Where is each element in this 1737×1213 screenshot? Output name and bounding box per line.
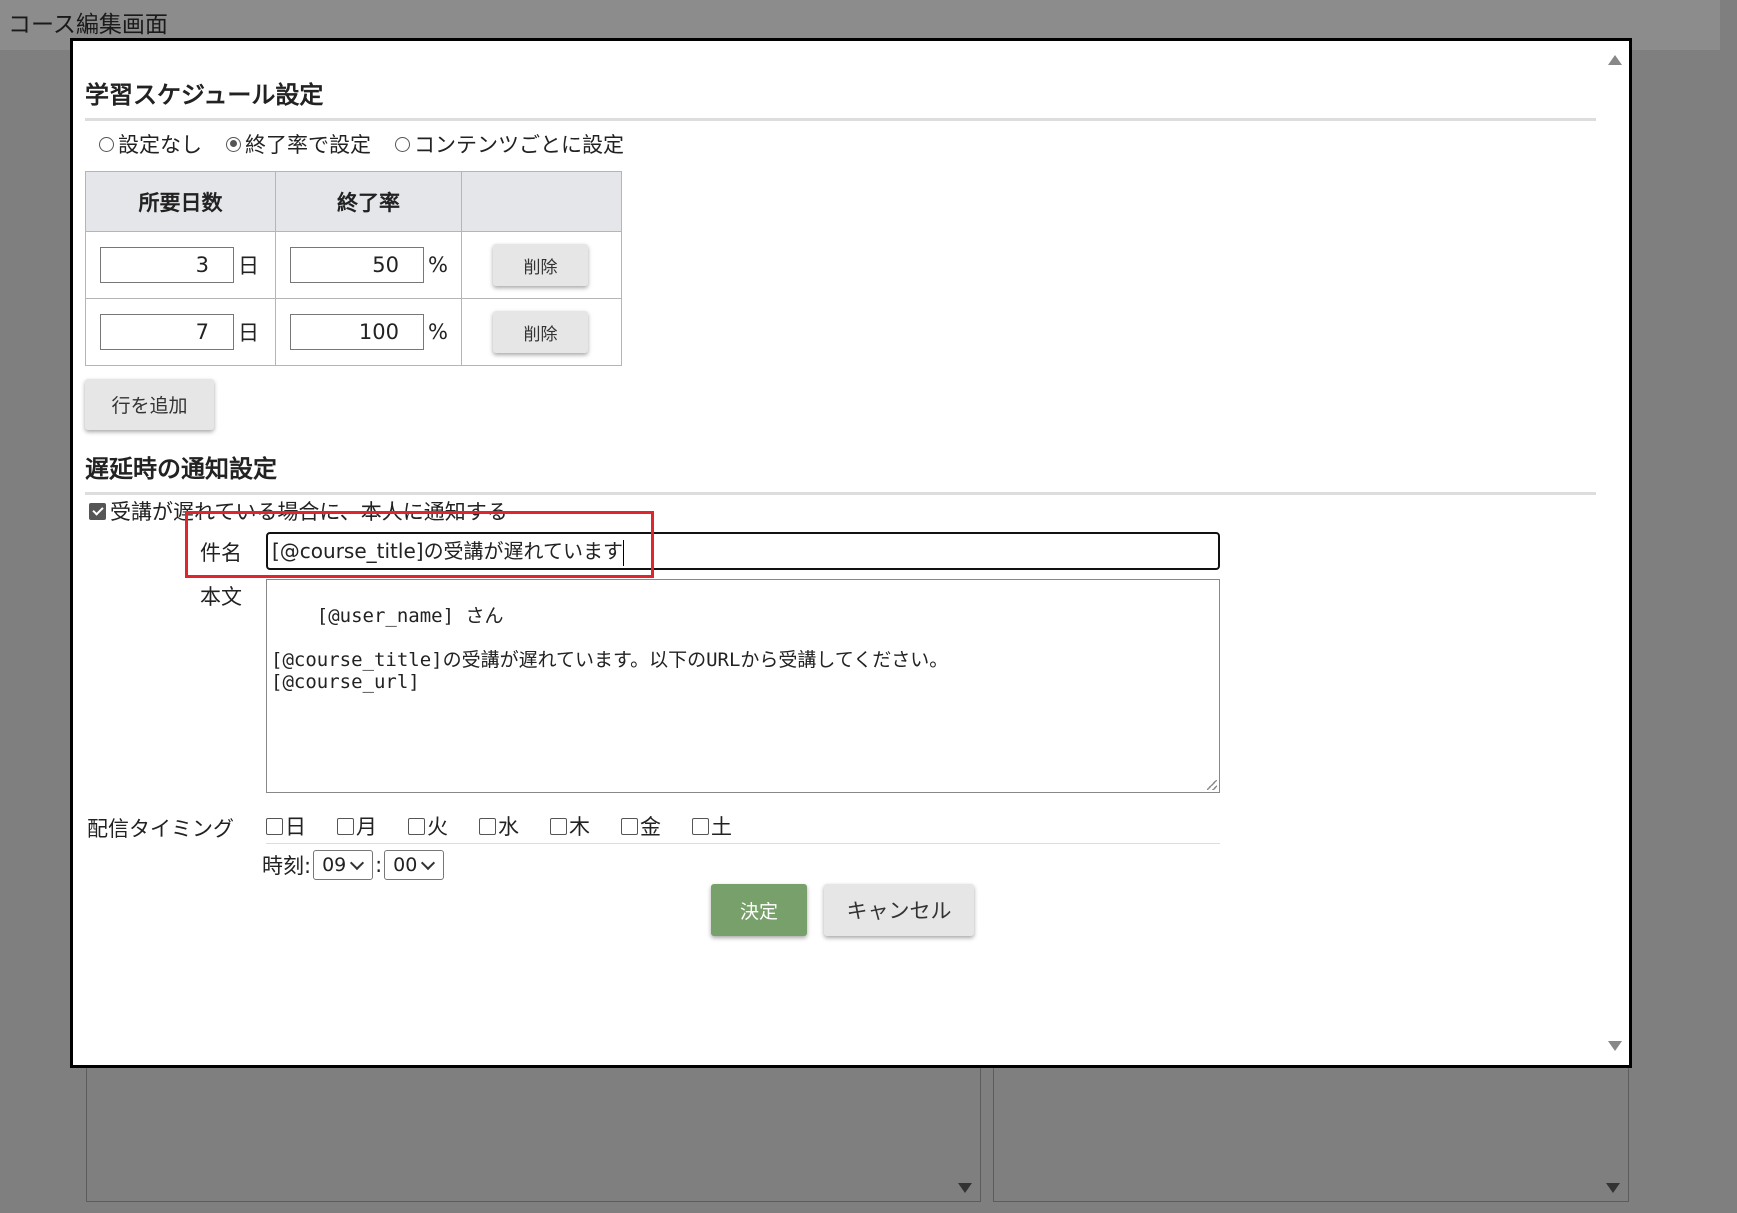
actions-cell: 削除 (461, 298, 622, 366)
radio-label: 終了率で設定 (245, 133, 371, 157)
days-input[interactable]: 3 (100, 247, 234, 283)
body-value: [@user_name] さん [@course_title]の受講が遅れていま… (271, 605, 949, 693)
scroll-down-arrow-icon[interactable] (1606, 1183, 1620, 1193)
weekday-label: 木 (569, 815, 590, 839)
body-textarea[interactable]: [@user_name] さん [@course_title]の受講が遅れていま… (266, 579, 1220, 793)
rate-cell: 50% (275, 231, 462, 299)
hour-select[interactable]: 09 (313, 850, 374, 880)
scroll-down-arrow-icon[interactable] (958, 1183, 972, 1193)
hour-value: 09 (322, 854, 347, 876)
column-header-rate: 終了率 (275, 171, 462, 232)
weekday-label: 金 (640, 815, 661, 839)
notification-section-title: 遅延時の通知設定 (85, 449, 1596, 495)
rate-input[interactable]: 100 (290, 314, 424, 350)
weekday-checkbox[interactable] (479, 817, 496, 835)
cancel-button[interactable]: キャンセル (824, 884, 974, 936)
radio-button[interactable] (226, 136, 241, 152)
percent-unit: % (428, 253, 448, 277)
weekday-label: 土 (711, 815, 732, 839)
weekday-label: 日 (285, 815, 306, 839)
ok-button[interactable]: 決定 (711, 884, 807, 936)
delete-row-button[interactable]: 削除 (493, 244, 588, 286)
days-cell: 3日 (85, 231, 276, 299)
weekday-saturday[interactable]: 土 (692, 811, 763, 841)
weekday-checkbox[interactable] (337, 817, 354, 835)
radio-option-completion-rate[interactable]: 終了率で設定 (226, 129, 371, 159)
weekday-checkbox[interactable] (408, 817, 425, 835)
weekday-checkbox[interactable] (266, 817, 283, 835)
notify-checkbox[interactable] (89, 502, 106, 520)
days-cell: 7日 (85, 298, 276, 366)
delivery-timing-label: 配信タイミング (87, 817, 234, 841)
weekday-friday[interactable]: 金 (621, 811, 692, 841)
weekday-checkbox[interactable] (550, 817, 567, 835)
weekday-checkbox-group: 日 月 火 水 木 金 土 (266, 811, 763, 841)
radio-option-none[interactable]: 設定なし (99, 129, 202, 159)
weekday-label: 水 (498, 815, 519, 839)
schedule-table: 所要日数 終了率 3日 50% 削除 7日 100 % 削除 (85, 171, 622, 366)
rate-input[interactable]: 50 (290, 247, 424, 283)
weekday-checkbox[interactable] (621, 817, 638, 835)
radio-button[interactable] (395, 136, 410, 152)
weekday-label: 月 (356, 815, 377, 839)
minute-select[interactable]: 00 (384, 850, 445, 880)
add-row-button[interactable]: 行を追加 (85, 379, 214, 430)
weekday-monday[interactable]: 月 (337, 811, 408, 841)
percent-unit: % (428, 320, 448, 344)
radio-option-per-content[interactable]: コンテンツごとに設定 (395, 129, 624, 159)
scroll-up-arrow-icon[interactable] (1608, 55, 1622, 65)
rate-cell: 100% (275, 298, 462, 366)
weekday-sunday[interactable]: 日 (266, 811, 337, 841)
weekday-thursday[interactable]: 木 (550, 811, 621, 841)
timing-divider (266, 843, 1220, 844)
radio-label: 設定なし (118, 133, 202, 157)
schedule-section-title: 学習スケジュール設定 (85, 75, 1596, 121)
schedule-mode-radio-group: 設定なし 終了率で設定 コンテンツごとに設定 (99, 129, 624, 159)
weekday-label: 火 (427, 815, 448, 839)
column-header-actions (461, 171, 622, 232)
radio-button[interactable] (99, 136, 114, 152)
column-header-days: 所要日数 (85, 171, 276, 232)
table-row: 3日 50% 削除 (85, 231, 622, 299)
minute-value: 00 (393, 854, 418, 876)
time-selector-row: 時刻: 09 : 00 (262, 850, 445, 880)
day-unit: 日 (238, 321, 259, 345)
actions-cell: 削除 (461, 231, 622, 299)
time-label: 時刻: (262, 854, 312, 878)
weekday-tuesday[interactable]: 火 (408, 811, 479, 841)
weekday-checkbox[interactable] (692, 817, 709, 835)
scroll-down-arrow-icon[interactable] (1608, 1041, 1622, 1051)
highlight-annotation-box (185, 511, 654, 578)
chevron-down-icon (421, 855, 436, 870)
weekday-wednesday[interactable]: 水 (479, 811, 550, 841)
radio-label: コンテンツごとに設定 (414, 133, 624, 157)
time-separator: : (375, 853, 383, 877)
day-unit: 日 (238, 254, 259, 278)
delete-row-button[interactable]: 削除 (493, 311, 588, 353)
chevron-down-icon (350, 855, 365, 870)
body-label: 本文 (200, 585, 242, 609)
table-row: 7日 100% 削除 (85, 298, 622, 366)
resize-grip-icon[interactable] (1207, 780, 1217, 790)
course-edit-dialog: 学習スケジュール設定 設定なし 終了率で設定 コンテンツごとに設定 所要日数 終… (70, 38, 1632, 1068)
days-input[interactable]: 7 (100, 314, 234, 350)
